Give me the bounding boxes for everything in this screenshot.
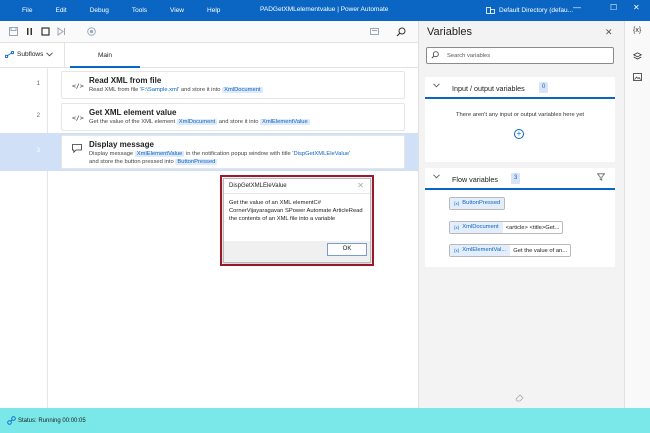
io-variables-header[interactable]: Input / output variables 0	[425, 77, 615, 99]
variable-buttonpressed[interactable]: (x) ButtonPressed	[449, 197, 506, 210]
io-count-badge: 0	[539, 82, 549, 93]
action-row[interactable]: 2 </> Get XML element value Get the valu…	[0, 101, 418, 133]
variable-pill: XmlElementValue	[134, 151, 185, 157]
action-description: Display message XmlElementValue in the n…	[89, 151, 351, 157]
menu-tools[interactable]: Tools	[132, 7, 147, 14]
tabs-row: Subflows Main	[0, 43, 418, 68]
window-title: PADGetXMLelementvalue | Power Automate	[260, 6, 389, 13]
flow-variables-header[interactable]: Flow variables 3	[425, 168, 615, 190]
subflows-label: Subflows	[17, 51, 44, 58]
action-description-line2: and store the button pressed into Button…	[89, 159, 218, 165]
menu-help[interactable]: Help	[207, 7, 220, 14]
subflows-icon	[5, 51, 14, 58]
flow-count-badge: 3	[511, 173, 521, 184]
search-placeholder: Search variables	[447, 53, 491, 59]
maximize-button[interactable]: ☐	[610, 3, 617, 12]
variable-icon: (x)	[454, 225, 460, 230]
io-variables-label: Input / output variables	[452, 84, 525, 93]
ui-elements-icon[interactable]	[632, 52, 643, 63]
variable-icon: (x)	[454, 201, 460, 206]
variable-value: Get the value of an...	[513, 247, 568, 254]
io-empty-message: There aren't any input or output variabl…	[455, 112, 585, 118]
menu-edit[interactable]: Edit	[55, 7, 66, 14]
web-recorder-icon[interactable]	[369, 27, 379, 37]
variables-title: Variables	[427, 26, 473, 38]
action-description: Get the value of the XML element XmlDocu…	[89, 119, 310, 125]
next-step-icon[interactable]	[56, 27, 66, 37]
variables-panel: Variables ✕ Search variables Input / out…	[418, 21, 624, 408]
subflows-divider	[64, 43, 65, 68]
variable-xmldocument[interactable]: (x) XmlDocument <article> <title>Get...	[449, 221, 564, 234]
search-icon[interactable]	[396, 27, 406, 37]
organization-icon	[486, 7, 495, 14]
close-window-button[interactable]: ✕	[633, 3, 640, 12]
variable-pill: ButtonPressed	[175, 159, 218, 165]
status-text: Status: Running 00:00:05	[18, 418, 86, 424]
action-card[interactable]: </> Read XML from file Read XML from fil…	[61, 71, 405, 99]
message-dialog: DispGetXMLEleValue ✕ Get the value of an…	[223, 178, 371, 263]
add-variable-button[interactable]: +	[514, 129, 524, 139]
stop-icon[interactable]	[40, 27, 50, 37]
dialog-title: DispGetXMLEleValue	[229, 183, 287, 189]
menu-view[interactable]: View	[170, 7, 184, 14]
dialog-body: Get the value of an XML elementC# Corner…	[224, 193, 370, 241]
search-icon	[431, 51, 439, 61]
action-title: Read XML from file	[89, 76, 162, 85]
io-variables-section: Input / output variables 0 There aren't …	[425, 77, 615, 162]
action-row[interactable]: 1 </> Read XML from file Read XML from f…	[0, 69, 418, 101]
record-icon[interactable]	[86, 27, 96, 37]
action-row-selected[interactable]: 3 Display message Display message XmlEle…	[0, 133, 418, 171]
directory-label: Default Directory (defau...	[499, 6, 574, 14]
variables-close-button[interactable]: ✕	[605, 27, 613, 38]
title-bar: File Edit Debug Tools View Help PADGetXM…	[0, 0, 650, 21]
ok-button[interactable]: OK	[327, 243, 367, 256]
flow-variables-label: Flow variables	[452, 175, 498, 184]
menu-file[interactable]: File	[22, 7, 32, 14]
save-icon[interactable]	[8, 27, 18, 37]
eraser-icon[interactable]	[515, 394, 524, 404]
minimize-button[interactable]: —	[573, 3, 581, 12]
dialog-close-button[interactable]: ✕	[357, 181, 364, 190]
chevron-down-icon[interactable]	[433, 174, 440, 181]
flow-variables-section: Flow variables 3 (x) ButtonPressed (x) Xml…	[425, 168, 615, 267]
variables-icon[interactable]: {x}	[633, 27, 641, 34]
status-icon	[7, 416, 16, 427]
variable-pill: XmlDocument	[222, 87, 263, 93]
variable-name: ButtonPressed	[462, 200, 501, 206]
chevron-down-icon[interactable]	[433, 83, 440, 90]
action-card[interactable]: </> Get XML element value Get the value …	[61, 103, 405, 131]
designer-toolbar	[0, 21, 418, 43]
directory-selector[interactable]: Default Directory (defau...	[486, 6, 573, 14]
dialog-footer: OK	[224, 241, 370, 262]
action-number: 3	[36, 148, 40, 154]
status-bar: Status: Running 00:00:05	[0, 408, 650, 433]
filter-icon[interactable]	[596, 173, 606, 183]
variable-name: XmlDocument	[462, 224, 499, 230]
variable-pill: XmlDocument	[176, 119, 218, 125]
variable-value: <article> <title>Get...	[505, 224, 560, 231]
action-number: 2	[36, 113, 40, 119]
xml-icon: </>	[72, 82, 84, 90]
xml-icon: </>	[72, 114, 84, 122]
variable-xmlelementvalue[interactable]: (x) XmlElementVal... Get the value of an.…	[449, 244, 572, 257]
menu-bar: File Edit Debug Tools View Help	[0, 0, 220, 21]
menu-debug[interactable]: Debug	[90, 7, 109, 14]
dialog-message: Get the value of an XML elementC# Corner…	[229, 200, 363, 222]
tab-main[interactable]: Main	[70, 43, 140, 68]
action-title: Get XML element value	[89, 108, 177, 117]
action-card[interactable]: Display message Display message XmlEleme…	[61, 135, 405, 169]
right-rail: {x}	[624, 21, 650, 408]
pause-icon[interactable]	[24, 27, 34, 37]
images-icon[interactable]	[633, 73, 642, 83]
action-title: Display message	[89, 140, 154, 149]
search-variables-input[interactable]: Search variables	[426, 47, 614, 64]
message-icon	[72, 144, 82, 155]
variable-icon: (x)	[454, 248, 460, 253]
variable-name: XmlElementVal...	[462, 247, 507, 253]
action-description: Read XML from file 'F:\Sample.xml' and s…	[89, 87, 263, 93]
subflows-dropdown[interactable]: Subflows	[5, 51, 54, 58]
action-number: 1	[36, 81, 40, 87]
chevron-down-icon	[46, 52, 54, 57]
variable-pill: XmlElementValue	[260, 119, 310, 125]
